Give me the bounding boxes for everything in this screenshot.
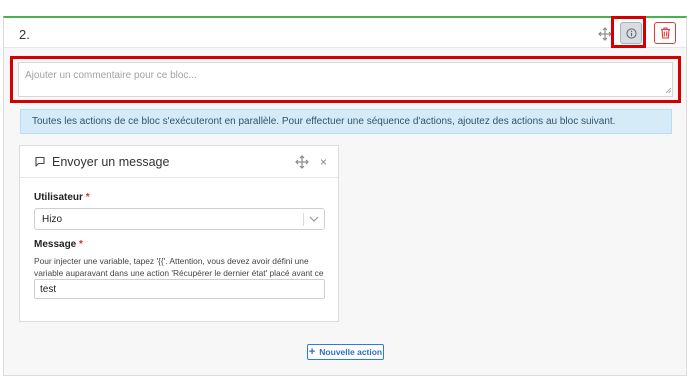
- message-input[interactable]: [34, 279, 325, 299]
- add-action-label: Nouvelle action: [319, 347, 383, 357]
- block-comment-input[interactable]: [18, 62, 673, 97]
- user-field-label: Utilisateur *: [34, 192, 90, 203]
- move-icon[interactable]: [295, 155, 309, 169]
- user-select-value: Hizo: [42, 214, 63, 225]
- chevron-down-icon[interactable]: [309, 215, 319, 223]
- block-header: 2.: [4, 18, 686, 48]
- user-select[interactable]: Hizo: [34, 208, 325, 230]
- block-number: 2.: [19, 27, 30, 42]
- parallel-info-alert: Toutes les actions de ce bloc s'exécuter…: [20, 109, 672, 134]
- info-button[interactable]: [620, 22, 642, 44]
- comment-highlight: [10, 56, 681, 103]
- required-mark: *: [79, 239, 83, 250]
- required-mark: *: [85, 192, 90, 203]
- resize-grip-icon[interactable]: [665, 87, 671, 93]
- action-card-header: Envoyer un message ×: [20, 146, 338, 178]
- message-flag-icon: [35, 156, 45, 167]
- action-card-send-message: Envoyer un message × Utilisateur * Hizo …: [19, 145, 339, 322]
- delete-block-button[interactable]: [654, 22, 676, 44]
- info-icon: [625, 27, 637, 39]
- plus-icon: +: [308, 345, 316, 358]
- move-icon[interactable]: [598, 27, 612, 41]
- add-action-button[interactable]: + Nouvelle action: [307, 344, 384, 360]
- close-icon[interactable]: ×: [320, 155, 327, 169]
- trash-icon: [660, 27, 670, 39]
- message-field-label: Message *: [34, 239, 83, 250]
- select-separator: [303, 213, 304, 226]
- action-card-title: Envoyer un message: [52, 155, 170, 169]
